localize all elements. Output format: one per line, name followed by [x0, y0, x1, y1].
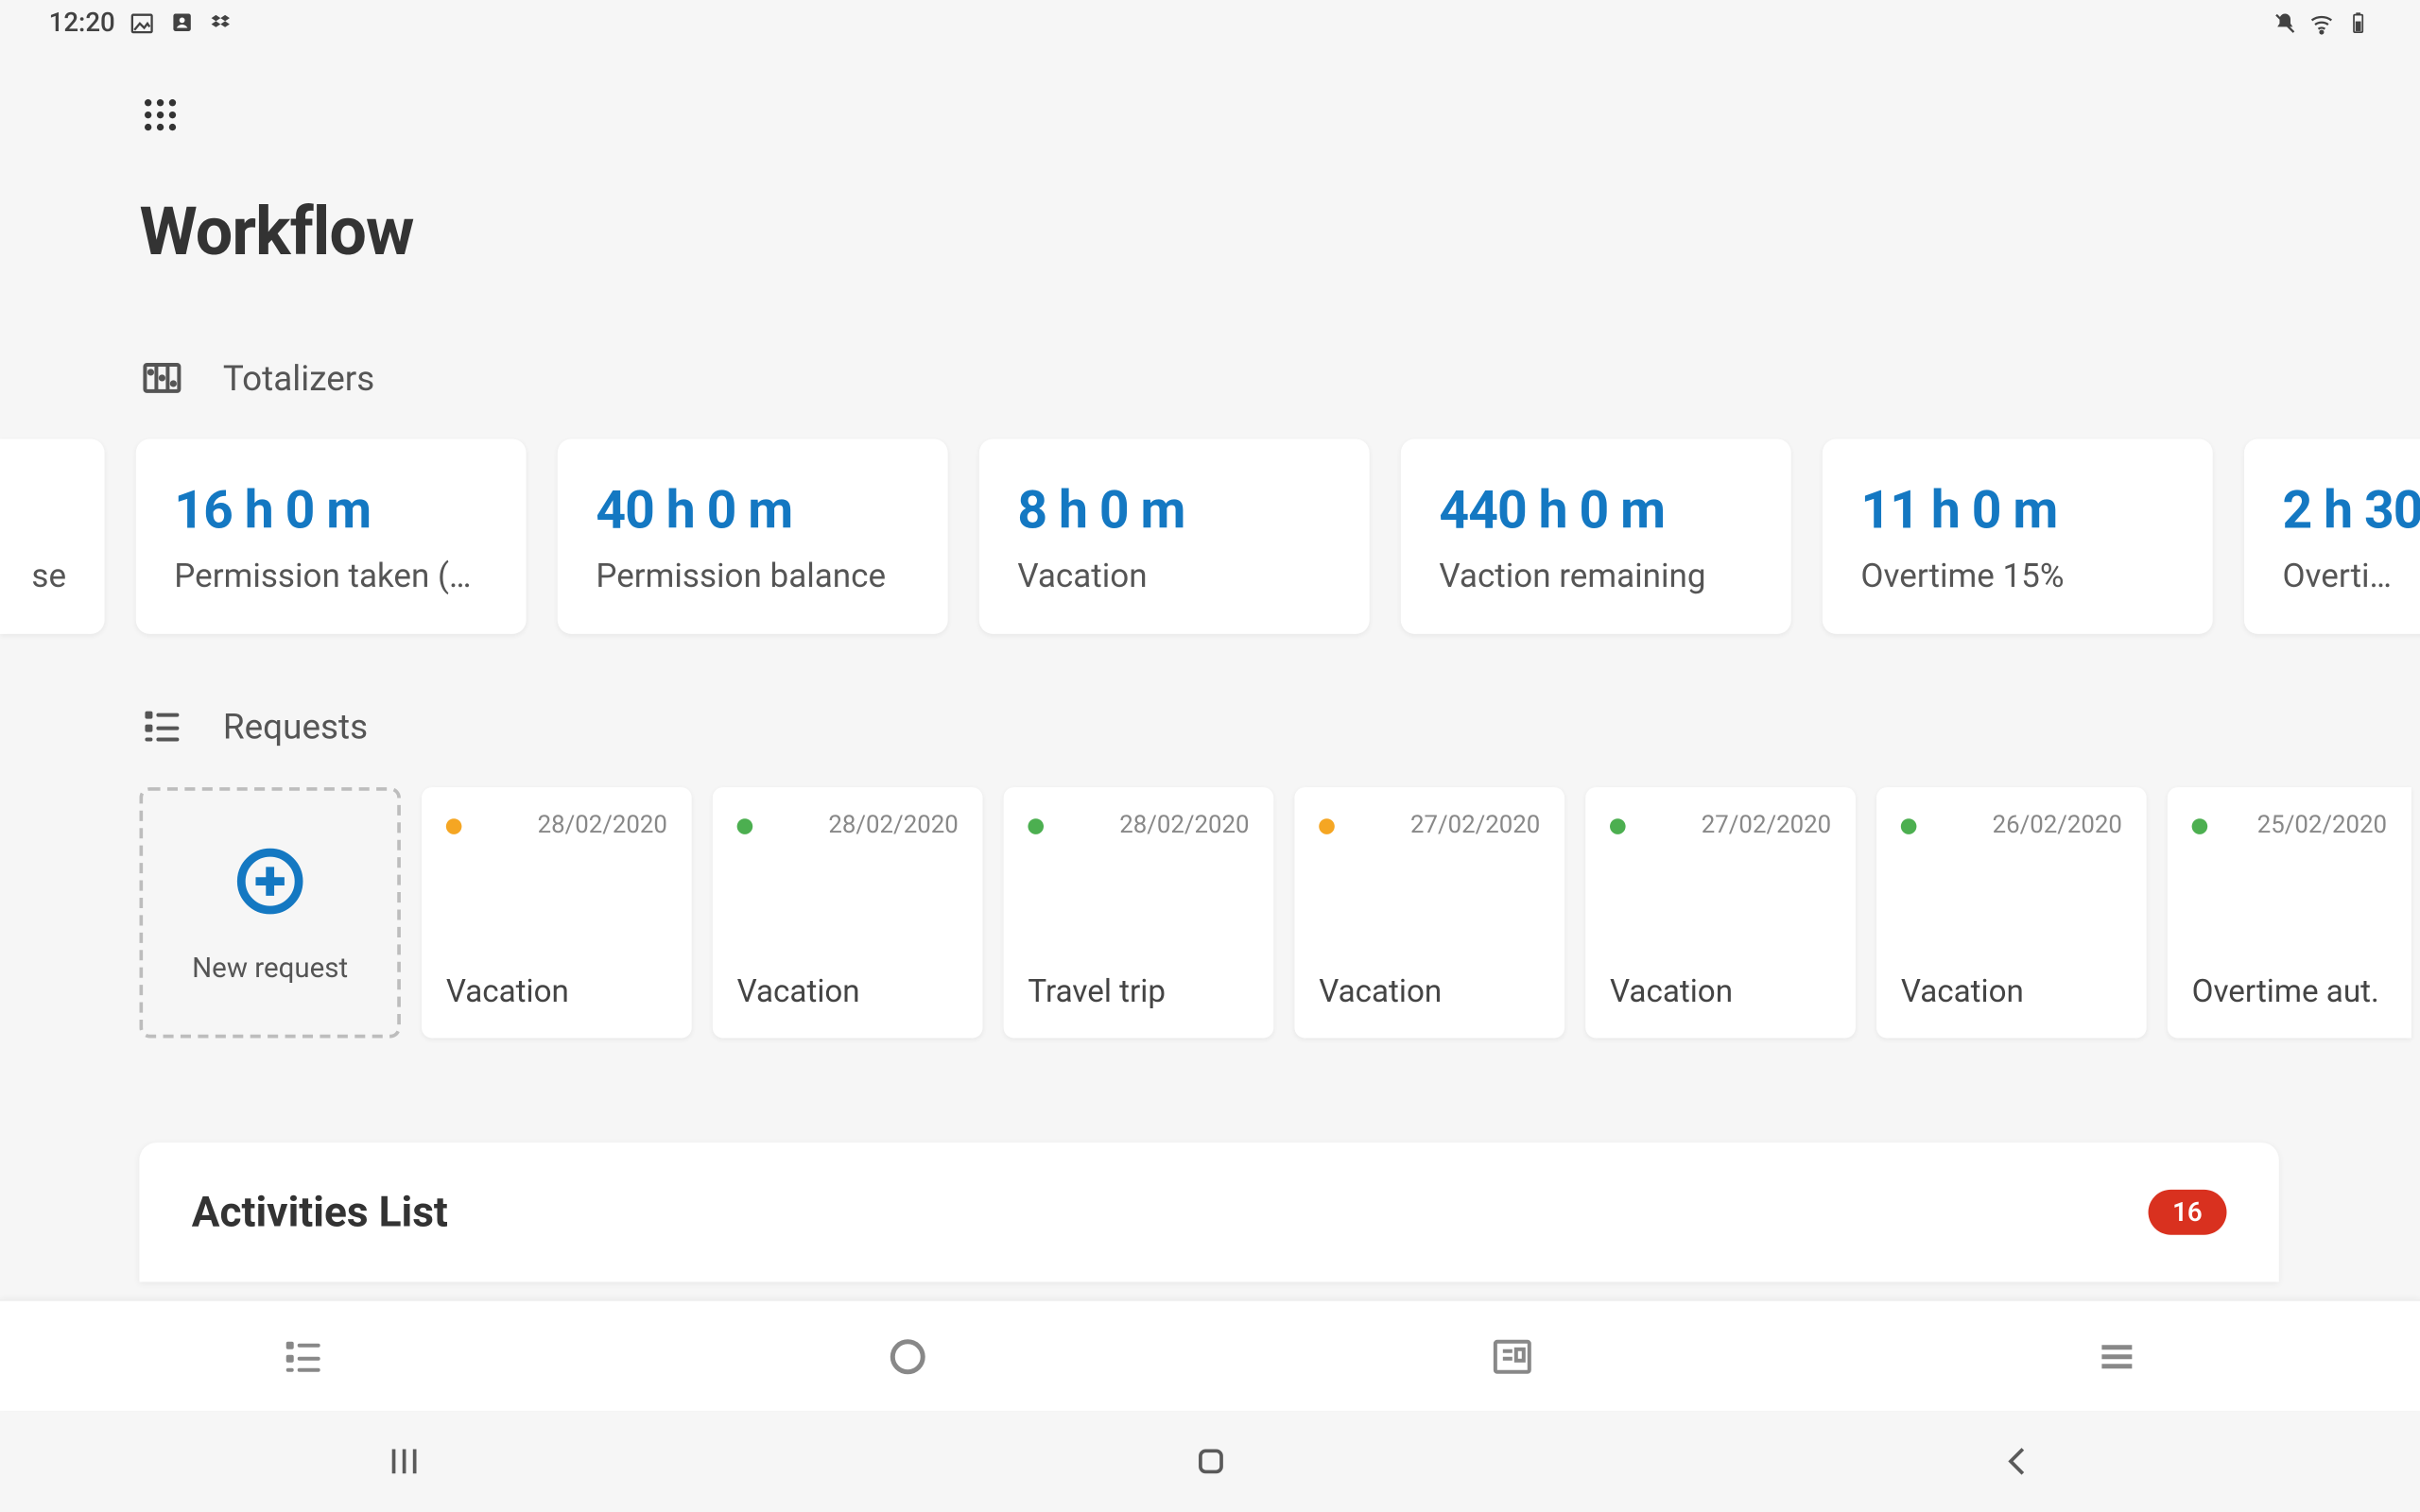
mute-icon — [2272, 9, 2298, 36]
totalizer-value: 440 h 0 m — [1439, 481, 1753, 542]
totalizer-card[interactable]: 16 h 0 m Permission taken (… — [136, 438, 527, 633]
request-card[interactable]: 27/02/2020 Vacation — [1294, 787, 1564, 1038]
request-label: Travel trip — [1028, 973, 1249, 1010]
totalizer-label: Overtime 15% — [1860, 556, 2174, 595]
android-status-bar: 12:20 — [0, 0, 2420, 45]
request-label: Vacation — [446, 973, 667, 1010]
totalizer-value: 16 h 0 m — [174, 481, 488, 542]
android-system-nav — [0, 1411, 2420, 1512]
totalizer-card[interactable]: 8 h 0 m Vacation — [979, 438, 1370, 633]
dropbox-icon — [209, 9, 235, 36]
totalizer-value: 11 h 0 m — [1860, 481, 2174, 542]
status-time: 12:20 — [49, 7, 115, 38]
nav-menu-icon[interactable] — [2080, 1317, 2156, 1394]
sys-back-button[interactable] — [1912, 1432, 2121, 1491]
totalizer-card-partial-right[interactable]: 2 h 30 Overtime 3 — [2244, 438, 2420, 633]
image-icon — [130, 9, 156, 36]
request-date: 27/02/2020 — [1410, 812, 1540, 839]
wifi-icon — [2308, 9, 2335, 36]
request-label: Vacation — [1901, 973, 2122, 1010]
requests-row[interactable]: New request 28/02/2020 Vacation 28/02/20… — [139, 787, 2420, 1038]
totalizer-label: Overtime 3 — [2282, 556, 2414, 595]
totalizer-value: 40 h 0 m — [596, 481, 909, 542]
totalizer-value: 8 h 0 m — [1017, 481, 1331, 542]
totalizers-section-header: Totalizers — [139, 355, 2420, 401]
requests-label: Requests — [223, 705, 368, 747]
bottom-nav-bar — [0, 1299, 2420, 1411]
request-card[interactable]: 26/02/2020 Vacation — [1876, 787, 2147, 1038]
request-label: Vacation — [1319, 973, 1540, 1010]
totalizer-label: Permission taken (… — [174, 556, 488, 595]
apps-grid-icon[interactable] — [139, 94, 181, 136]
totalizers-label: Totalizers — [223, 357, 374, 399]
request-card[interactable]: 28/02/2020 Vacation — [422, 787, 692, 1038]
totalizer-label: Permission balance — [596, 556, 909, 595]
status-dot-orange-icon — [1319, 817, 1335, 833]
status-dot-green-icon — [1028, 817, 1044, 833]
plus-circle-icon — [232, 842, 308, 919]
totalizer-value: 2 h 30 — [2282, 481, 2414, 542]
totalizer-label: Vaction remaining — [1439, 556, 1753, 595]
new-request-button[interactable]: New request — [139, 787, 400, 1038]
totalizer-card-partial-left[interactable]: se — [0, 438, 105, 633]
request-date: 26/02/2020 — [1993, 812, 2122, 839]
activities-count-badge: 16 — [2148, 1190, 2226, 1235]
nav-circle-icon[interactable] — [869, 1317, 945, 1394]
nav-news-icon[interactable] — [1474, 1317, 1550, 1394]
totalizer-card[interactable]: 40 h 0 m Permission balance — [558, 438, 948, 633]
totalizers-row[interactable]: se 16 h 0 m Permission taken (… 40 h 0 m… — [0, 438, 2420, 633]
sys-home-button[interactable] — [1105, 1432, 1314, 1491]
request-date: 28/02/2020 — [828, 812, 958, 839]
request-card[interactable]: 25/02/2020 Overtime aut. — [2168, 787, 2411, 1038]
request-date: 28/02/2020 — [538, 812, 667, 839]
request-date: 25/02/2020 — [2257, 812, 2387, 839]
request-card[interactable]: 27/02/2020 Vacation — [1585, 787, 1856, 1038]
new-request-label: New request — [192, 950, 348, 983]
battery-icon — [2345, 9, 2372, 36]
request-card[interactable]: 28/02/2020 Vacation — [713, 787, 983, 1038]
nav-workflow-icon[interactable] — [264, 1317, 340, 1394]
totalizer-card[interactable]: 11 h 0 m Overtime 15% — [1823, 438, 2213, 633]
totalizer-label: se — [0, 556, 66, 595]
sys-recent-button[interactable] — [299, 1432, 508, 1491]
status-dot-green-icon — [1610, 817, 1626, 833]
status-dot-orange-icon — [446, 817, 462, 833]
request-label: Vacation — [737, 973, 959, 1010]
status-dot-green-icon — [1901, 817, 1917, 833]
totalizer-label: Vacation — [1017, 556, 1331, 595]
request-date: 28/02/2020 — [1119, 812, 1249, 839]
person-pin-icon — [169, 9, 196, 36]
request-label: Vacation — [1610, 973, 1831, 1010]
requests-section-header: Requests — [139, 704, 2420, 749]
activities-list-title: Activities List — [192, 1188, 448, 1237]
totalizers-icon — [139, 355, 184, 401]
request-date: 27/02/2020 — [1702, 812, 1831, 839]
page-title: Workflow — [139, 195, 2420, 271]
status-dot-green-icon — [737, 817, 753, 833]
request-label: Overtime aut. — [2192, 973, 2387, 1010]
request-card[interactable]: 28/02/2020 Travel trip — [1004, 787, 1274, 1038]
activities-list-card[interactable]: Activities List 16 — [139, 1143, 2278, 1281]
requests-icon — [139, 704, 184, 749]
totalizer-card[interactable]: 440 h 0 m Vaction remaining — [1401, 438, 1791, 633]
status-dot-green-icon — [2192, 817, 2208, 833]
